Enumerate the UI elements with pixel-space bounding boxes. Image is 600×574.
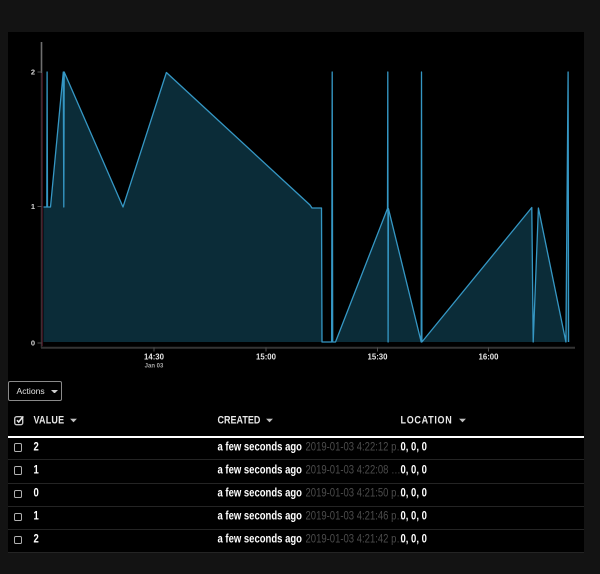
svg-text:0: 0 — [31, 339, 35, 348]
svg-text:15:30: 15:30 — [368, 353, 389, 362]
svg-text:1: 1 — [31, 202, 35, 211]
svg-text:15:00: 15:00 — [256, 353, 277, 362]
svg-text:Jan 03: Jan 03 — [145, 364, 164, 370]
svg-text:16:00: 16:00 — [479, 353, 500, 362]
svg-text:14:30: 14:30 — [144, 353, 165, 362]
svg-text:2: 2 — [31, 68, 35, 77]
